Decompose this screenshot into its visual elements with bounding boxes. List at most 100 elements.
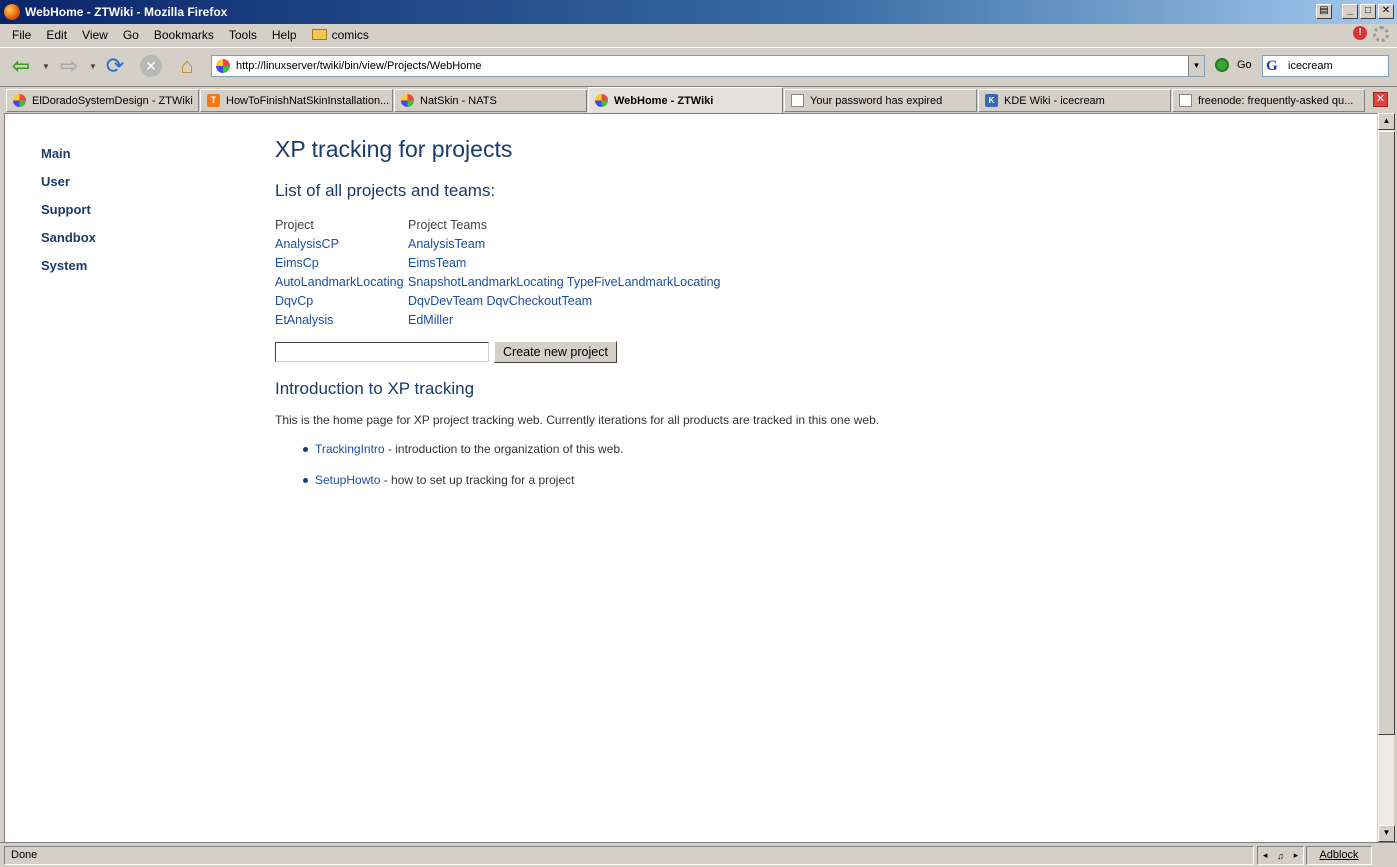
- menu-go[interactable]: Go: [123, 28, 139, 42]
- google-search-icon[interactable]: G: [1266, 58, 1284, 74]
- forward-dropdown-icon[interactable]: ▼: [89, 62, 97, 71]
- back-dropdown-icon[interactable]: ▼: [42, 62, 50, 71]
- setup-howto-link[interactable]: SetupHowto: [315, 473, 380, 487]
- url-bar[interactable]: http://linuxserver/twiki/bin/view/Projec…: [211, 55, 1205, 77]
- navigation-toolbar: ⇦ ▼ ⇨ ▼ ⟳ ✕ ⌂ http://linuxserver/twiki/b…: [0, 47, 1397, 85]
- back-arrow-icon[interactable]: ⇦: [8, 53, 34, 79]
- link-description: - introduction to the organization of th…: [384, 442, 624, 456]
- team-link[interactable]: EimsTeam: [408, 256, 466, 270]
- project-link[interactable]: AnalysisCP: [275, 237, 339, 251]
- window-title: WebHome - ZTWiki - Mozilla Firefox: [25, 5, 228, 19]
- vertical-scrollbar[interactable]: ▲ ▼: [1377, 113, 1395, 842]
- go-button[interactable]: Go: [1215, 58, 1252, 72]
- tab-webhome[interactable]: WebHome - ZTWiki: [588, 87, 783, 113]
- table-row: EtAnalysis EdMiller: [275, 310, 720, 329]
- menu-right-icons: !: [1353, 26, 1389, 42]
- list-item: SetupHowto - how to set up tracking for …: [303, 472, 1355, 503]
- scrollbar-thumb[interactable]: [1378, 131, 1395, 735]
- prev-icon[interactable]: ◂: [1263, 850, 1268, 861]
- page-title: XP tracking for projects: [275, 136, 513, 162]
- tab-password-expired[interactable]: Your password has expired: [784, 89, 977, 112]
- search-box[interactable]: G icecream: [1262, 55, 1389, 77]
- menu-bar: File Edit View Go Bookmarks Tools Help c…: [0, 24, 1397, 46]
- tab-kde-wiki[interactable]: K KDE Wiki - icecream: [978, 89, 1171, 112]
- twiki-icon: [13, 94, 26, 107]
- stop-icon[interactable]: ✕: [138, 53, 164, 79]
- new-project-form: Create new project: [275, 341, 1355, 363]
- sidebar-item-user[interactable]: User: [41, 172, 96, 200]
- kde-icon: K: [985, 94, 998, 107]
- table-row: AutoLandmarkLocating SnapshotLandmarkLoc…: [275, 272, 720, 291]
- home-icon[interactable]: ⌂: [174, 53, 200, 79]
- sidebar-item-main[interactable]: Main: [41, 144, 96, 172]
- scroll-down-icon[interactable]: ▼: [1378, 825, 1395, 842]
- intro-links-list: TrackingIntro - introduction to the orga…: [303, 441, 1355, 503]
- url-dropdown-icon[interactable]: ▼: [1188, 56, 1204, 76]
- menu-tools[interactable]: Tools: [229, 28, 257, 42]
- sidebar-item-support[interactable]: Support: [41, 200, 96, 228]
- twiki-icon: [401, 94, 414, 107]
- tracking-intro-link[interactable]: TrackingIntro: [315, 442, 385, 456]
- tab-freenode[interactable]: freenode: frequently-asked qu...: [1172, 89, 1365, 112]
- menu-view[interactable]: View: [82, 28, 108, 42]
- team-link[interactable]: EdMiller: [408, 313, 453, 327]
- document-icon: [791, 94, 804, 107]
- t-icon: T: [207, 94, 220, 107]
- tab-natskin-install[interactable]: T HowToFinishNatSkinInstallation...: [200, 89, 393, 112]
- restore-tabs-icon[interactable]: ▤: [1316, 4, 1332, 19]
- menu-file[interactable]: File: [12, 28, 31, 42]
- close-button[interactable]: ✕: [1378, 4, 1394, 19]
- sidebar-item-system[interactable]: System: [41, 256, 96, 284]
- status-text: Done: [4, 846, 1254, 865]
- close-tab-icon[interactable]: ✕: [1373, 92, 1388, 107]
- menu-edit[interactable]: Edit: [46, 28, 67, 42]
- media-icon[interactable]: ♫: [1277, 851, 1284, 861]
- site-favicon-icon: [216, 59, 230, 73]
- tab-bar: ElDoradoSystemDesign - ZTWiki T HowToFin…: [0, 86, 1397, 113]
- project-link[interactable]: AutoLandmarkLocating: [275, 275, 404, 289]
- tab-eldorado[interactable]: ElDoradoSystemDesign - ZTWiki: [6, 89, 199, 112]
- intro-text: This is the home page for XP project tra…: [275, 413, 880, 427]
- status-icons: ◂ ♫ ▸: [1257, 846, 1304, 865]
- search-input[interactable]: icecream: [1288, 60, 1333, 72]
- folder-icon: [311, 29, 327, 40]
- project-link[interactable]: EimsCp: [275, 256, 319, 270]
- maximize-button[interactable]: □: [1360, 4, 1376, 19]
- project-link[interactable]: EtAnalysis: [275, 313, 333, 327]
- table-row: AnalysisCP AnalysisTeam: [275, 234, 720, 253]
- table-header-row: Project Project Teams: [275, 215, 720, 234]
- sidebar-item-sandbox[interactable]: Sandbox: [41, 228, 96, 256]
- column-header-teams: Project Teams: [408, 217, 487, 232]
- menu-bookmarks[interactable]: Bookmarks: [154, 28, 214, 42]
- project-link[interactable]: DqvCp: [275, 294, 313, 308]
- twiki-icon: [595, 94, 608, 107]
- reload-icon[interactable]: ⟳: [102, 53, 128, 79]
- new-project-input[interactable]: [275, 342, 489, 362]
- column-header-project: Project: [275, 217, 314, 232]
- table-row: EimsCp EimsTeam: [275, 253, 720, 272]
- firefox-icon: [4, 4, 20, 20]
- page-content: Main User Support Sandbox System XP trac…: [4, 113, 1377, 842]
- url-text[interactable]: http://linuxserver/twiki/bin/view/Projec…: [236, 60, 482, 72]
- title-bar: WebHome - ZTWiki - Mozilla Firefox ▤ _ □…: [0, 0, 1397, 24]
- menu-help[interactable]: Help: [272, 28, 297, 42]
- forward-arrow-icon[interactable]: ⇨: [56, 53, 82, 79]
- adblock-button[interactable]: Adblock: [1306, 846, 1372, 865]
- intro-heading: Introduction to XP tracking: [275, 379, 475, 398]
- update-icon[interactable]: !: [1353, 26, 1367, 40]
- create-project-button[interactable]: Create new project: [494, 341, 617, 363]
- tab-natskin[interactable]: NatSkin - NATS: [394, 89, 587, 112]
- projects-table: Project Project Teams AnalysisCP Analysi…: [275, 215, 720, 329]
- status-bar: Done ◂ ♫ ▸ Adblock: [0, 842, 1397, 867]
- wiki-sidebar: Main User Support Sandbox System: [41, 144, 96, 284]
- next-icon[interactable]: ▸: [1294, 850, 1299, 861]
- bookmark-folder-comics[interactable]: comics: [311, 28, 369, 42]
- scroll-up-icon[interactable]: ▲: [1378, 113, 1395, 130]
- list-item: TrackingIntro - introduction to the orga…: [303, 441, 1355, 472]
- team-link[interactable]: SnapshotLandmarkLocating TypeFiveLandmar…: [408, 275, 720, 289]
- team-link[interactable]: AnalysisTeam: [408, 237, 485, 251]
- throbber-icon: [1373, 26, 1389, 42]
- minimize-button[interactable]: _: [1342, 4, 1358, 19]
- team-link[interactable]: DqvDevTeam DqvCheckoutTeam: [408, 294, 592, 308]
- projects-heading: List of all projects and teams:: [275, 181, 496, 200]
